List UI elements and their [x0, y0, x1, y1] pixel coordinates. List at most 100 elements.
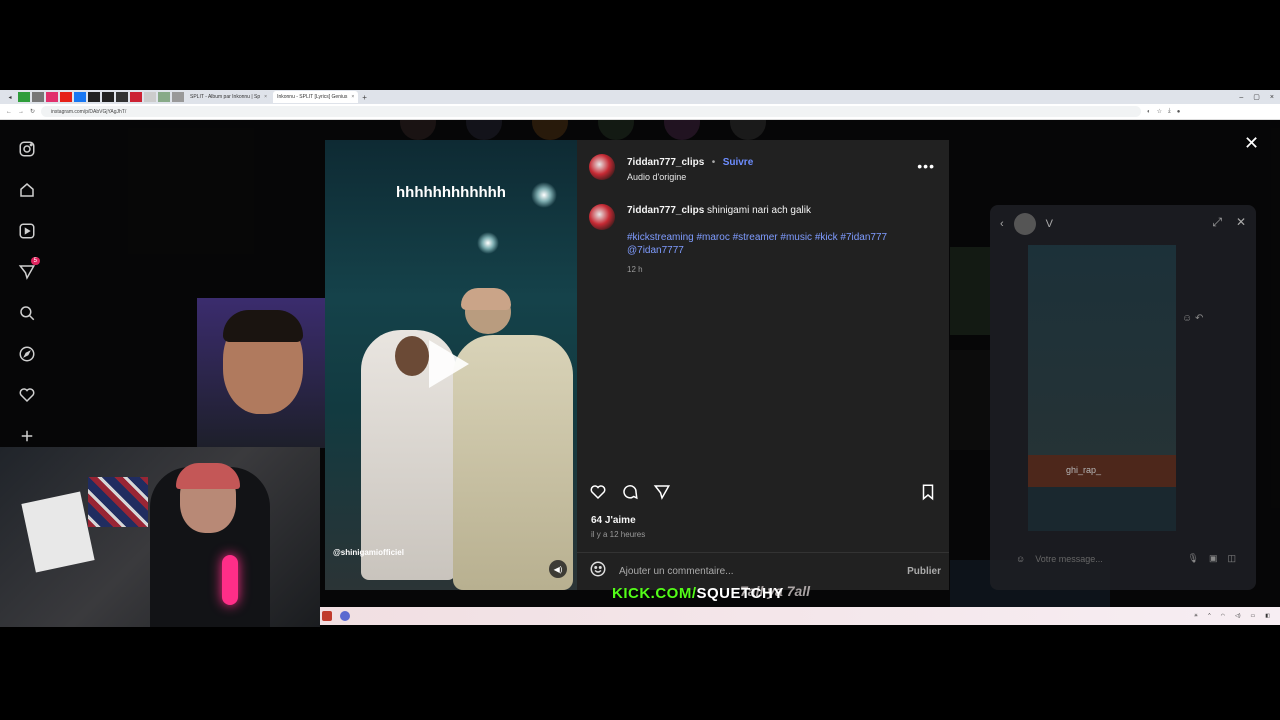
more-options-icon[interactable]: •••	[917, 158, 935, 174]
tab-favicon-x[interactable]	[88, 92, 100, 102]
shared-post-card[interactable]: ghi_rap_	[1028, 455, 1176, 487]
forward-icon[interactable]: →	[18, 109, 24, 115]
microphone	[222, 555, 238, 605]
avatar[interactable]	[1013, 213, 1036, 235]
shared-user: ghi_rap_	[1066, 465, 1102, 475]
url-field[interactable]: instagram.com/p/DAbVGjYAgJhT/	[41, 106, 1142, 117]
guest-facecam	[197, 298, 325, 448]
home-icon[interactable]	[16, 179, 38, 201]
save-bookmark-icon[interactable]	[919, 483, 939, 503]
app-icon[interactable]	[340, 611, 350, 621]
tab-favicon-3[interactable]	[46, 92, 58, 102]
messenger-contact[interactable]: V	[1046, 218, 1053, 230]
message-react-icons[interactable]: ☺ ↶	[1182, 313, 1203, 324]
search-icon[interactable]	[16, 302, 38, 324]
reload-icon[interactable]: ↻	[30, 108, 35, 115]
messenger-header: ‹ V	[1000, 213, 1053, 235]
tab-favicon-youtube[interactable]	[60, 92, 72, 102]
weather-icon[interactable]: ☀	[1194, 613, 1198, 619]
publish-button[interactable]: Publier	[907, 566, 941, 577]
tab-back-icon[interactable]: ◂	[4, 92, 16, 102]
comment-input[interactable]	[619, 565, 896, 577]
maximize-icon[interactable]: ▢	[1253, 93, 1260, 101]
stage-light	[477, 232, 499, 254]
notifications-icon[interactable]: ◧	[1265, 613, 1270, 619]
video-watermark: @shinigamiofficiel	[333, 548, 404, 557]
volume-icon[interactable]: ◁)	[1235, 613, 1241, 619]
post-header: 7iddan777_clips • Suivre Audio d'origine	[589, 152, 753, 182]
chevron-up-icon[interactable]: ^	[1208, 613, 1210, 619]
image-icon[interactable]: ▣	[1209, 553, 1218, 564]
tab-close-icon[interactable]: ×	[351, 94, 354, 100]
tab-favicon-1[interactable]	[18, 92, 30, 102]
avatar[interactable]	[589, 204, 615, 230]
tab-favicon-8[interactable]	[172, 92, 184, 102]
kick-prefix: KICK.COM/	[612, 585, 697, 602]
mute-icon[interactable]: ◀︎)	[549, 560, 567, 578]
close-icon[interactable]: ✕	[1236, 215, 1246, 230]
hashtags: #kickstreaming #maroc #streamer #music #…	[627, 231, 927, 257]
caption-body: 7iddan777_clips shinigami nari ach galik…	[627, 204, 927, 276]
sidebar-nav: 5	[16, 138, 40, 447]
wifi-icon[interactable]: ◠	[1221, 613, 1225, 619]
download-icon[interactable]: ⤓	[1168, 108, 1171, 115]
tab-spotify-label: SPLIT - Album par Inkonnu | Sp	[190, 94, 261, 100]
tab-genius-lyrics[interactable]: Inkonnu - SPLIT [Lyrics] Genius ×	[273, 91, 359, 103]
chevron-left-icon[interactable]: ‹	[1000, 218, 1004, 230]
like-heart-icon[interactable]	[589, 483, 609, 503]
emoji-icon[interactable]	[589, 560, 607, 583]
instagram-logo-icon[interactable]	[16, 138, 38, 160]
shared-reel-thumbnail[interactable]	[1028, 245, 1176, 455]
os-taskbar: ☀ ^ ◠ ◁) ▭ ◧	[320, 607, 1280, 625]
message-input[interactable]	[1035, 553, 1178, 564]
start-icon[interactable]	[322, 611, 332, 621]
messages-icon[interactable]: 5	[16, 257, 40, 283]
messenger-popup: ‹ V ⤢ ✕ ☺ ↶ ghi_rap_ ☺ 🎙︎ ▣ ◫	[990, 205, 1256, 590]
tab-favicon-facebook[interactable]	[74, 92, 86, 102]
minimize-icon[interactable]: –	[1239, 94, 1243, 101]
play-icon[interactable]	[429, 340, 469, 388]
battery-icon[interactable]: ▭	[1251, 613, 1256, 619]
screen: ◂ SPLIT - Album par Inkonnu | Sp × Inkon…	[0, 0, 1280, 720]
comment-icon[interactable]	[621, 483, 641, 503]
sticker-icon[interactable]: ◫	[1227, 553, 1236, 564]
tab-favicon-7[interactable]	[158, 92, 170, 102]
avatar[interactable]	[589, 154, 615, 180]
window-controls: – ▢ ×	[1239, 90, 1274, 104]
system-tray: ☀ ^ ◠ ◁) ▭ ◧	[1194, 613, 1280, 619]
tab-favicon-x2[interactable]	[102, 92, 114, 102]
audio-link[interactable]: Audio d'origine	[627, 172, 753, 182]
wall-art	[21, 491, 95, 573]
tab-favicon-4[interactable]	[116, 92, 128, 102]
tab-close-icon[interactable]: ×	[264, 94, 267, 100]
tab-favicon-2[interactable]	[32, 92, 44, 102]
follow-button[interactable]: Suivre	[723, 157, 754, 168]
share-icon[interactable]	[653, 483, 673, 503]
create-plus-icon[interactable]	[16, 425, 38, 447]
mention-link[interactable]: @7idan7777	[627, 244, 927, 257]
emoji-icon[interactable]: ☺	[1016, 554, 1025, 564]
tab-favicon-6[interactable]	[144, 92, 156, 102]
reel-video[interactable]: hhhhhhhhhhhh @shinigamiofficiel ◀︎)	[325, 140, 577, 590]
new-tab-icon[interactable]: +	[362, 93, 367, 102]
back-icon[interactable]: ←	[6, 109, 12, 115]
message-composer: ☺ 🎙︎ ▣ ◫	[1016, 553, 1236, 564]
explore-compass-icon[interactable]	[16, 343, 38, 365]
bookmark-star-icon[interactable]: ☆	[1157, 108, 1162, 115]
performer-head	[395, 336, 429, 376]
microphone-icon[interactable]: 🎙︎	[1188, 553, 1199, 564]
likes-count[interactable]: 64 J'aime	[591, 515, 636, 526]
reels-icon[interactable]	[16, 220, 38, 242]
tab-favicon-5[interactable]	[130, 92, 142, 102]
extension-icon[interactable]: ◐	[1147, 109, 1151, 115]
hashtag-links[interactable]: #kickstreaming #maroc #streamer #music #…	[627, 231, 927, 244]
caption-time: 12 h	[627, 265, 643, 274]
window-close-icon[interactable]: ×	[1270, 94, 1274, 101]
post-username[interactable]: 7iddan777_clips	[627, 157, 704, 168]
close-modal-icon[interactable]: ✕	[1244, 133, 1259, 154]
heart-notifications-icon[interactable]	[16, 384, 38, 406]
tab-spotify-album[interactable]: SPLIT - Album par Inkonnu | Sp ×	[186, 91, 271, 103]
caption-username[interactable]: 7iddan777_clips	[627, 205, 704, 216]
profile-icon[interactable]: ●	[1177, 109, 1181, 115]
expand-icon[interactable]: ⤢	[1212, 215, 1222, 230]
